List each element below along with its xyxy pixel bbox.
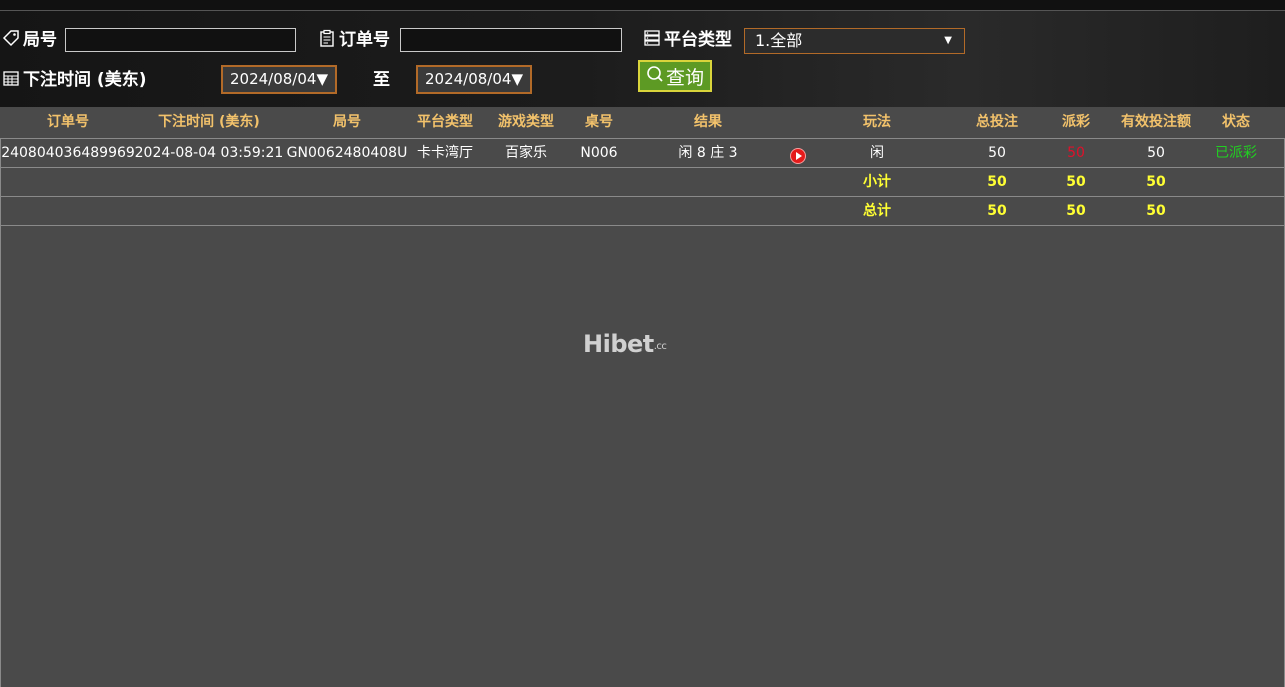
round-no-cell: GN0062480408U: [286, 145, 408, 161]
subtotal-total-bet: 50: [987, 174, 1007, 190]
bet-time-cell: 2024-08-04 03:59:21: [134, 145, 284, 161]
query-button[interactable]: 查询: [638, 60, 712, 92]
order-label: 订单号: [318, 25, 390, 50]
result-cell: 闲 8 庄 3: [678, 145, 738, 161]
chevron-down-icon: ▼: [511, 70, 523, 88]
calendar-icon: [2, 69, 20, 87]
round-input[interactable]: [65, 28, 296, 52]
table-header: 订单号 下注时间 (美东) 局号 平台类型 游戏类型 桌号 结果 玩法 总投注 …: [0, 108, 1285, 139]
platform-label: 平台类型: [643, 25, 732, 50]
query-button-label: 查询: [665, 66, 704, 89]
date-from-picker[interactable]: 2024/08/04▼: [221, 65, 337, 94]
table-no-cell: N006: [580, 145, 618, 161]
col-header: 桌号: [585, 114, 613, 130]
col-header: 有效投注额: [1121, 114, 1191, 130]
order-no-cell: 240804036489969: [1, 145, 135, 161]
date-to-picker[interactable]: 2024/08/04▼: [416, 65, 532, 94]
grandtotal-row: 总计 50 50 50: [0, 197, 1285, 226]
col-header: 派彩: [1062, 114, 1090, 130]
table-row: 240804036489969 2024-08-04 03:59:21 GN00…: [0, 139, 1285, 168]
clipboard-icon: [318, 29, 336, 47]
server-icon: [643, 29, 661, 47]
platform-select-value: 1.全部: [755, 31, 803, 50]
round-label: 局号: [2, 25, 57, 50]
time-label: 下注时间 (美东): [2, 65, 146, 90]
chevron-down-icon: ▼: [944, 35, 952, 46]
grandtotal-valid-bet: 50: [1146, 203, 1166, 219]
grandtotal-payout: 50: [1066, 203, 1086, 219]
grandtotal-total-bet: 50: [987, 203, 1007, 219]
col-header: 游戏类型: [498, 114, 554, 130]
col-header: 结果: [694, 114, 722, 130]
platform-cell: 卡卡湾厅: [417, 145, 473, 161]
to-label: 至: [373, 70, 390, 90]
top-strip: [0, 0, 1285, 11]
date-from-value: 2024/08/04: [229, 70, 317, 88]
total-bet-cell: 50: [988, 145, 1006, 161]
tag-icon: [2, 29, 20, 47]
grandtotal-label: 总计: [863, 203, 891, 219]
filter-panel: 局号 订单号 平台类型 1.全部 ▼ 下注时间 (美东) 2024/08/04▼…: [0, 11, 1285, 107]
hibet-watermark-logo: Hibet.cc: [583, 330, 667, 358]
col-header: 玩法: [863, 114, 891, 130]
col-header: 状态: [1222, 114, 1250, 130]
col-header: 订单号: [47, 114, 89, 130]
search-icon: [646, 65, 664, 88]
col-header: 下注时间 (美东): [158, 114, 260, 130]
chevron-down-icon: ▼: [316, 70, 328, 88]
subtotal-payout: 50: [1066, 174, 1086, 190]
order-input[interactable]: [400, 28, 622, 52]
platform-select[interactable]: 1.全部 ▼: [744, 28, 965, 54]
col-header: 局号: [333, 114, 361, 130]
col-header: 平台类型: [417, 114, 473, 130]
play-video-icon[interactable]: [790, 148, 806, 164]
valid-bet-cell: 50: [1147, 145, 1165, 161]
col-header: 总投注: [976, 114, 1018, 130]
game-type-cell: 百家乐: [505, 145, 547, 161]
status-badge: 已派彩: [1215, 145, 1257, 161]
subtotal-row: 小计 50 50 50: [0, 168, 1285, 197]
subtotal-label: 小计: [863, 174, 891, 190]
subtotal-valid-bet: 50: [1146, 174, 1166, 190]
date-to-value: 2024/08/04: [424, 70, 512, 88]
play-type-cell: 闲: [870, 145, 884, 161]
payout-cell: 50: [1067, 145, 1085, 161]
